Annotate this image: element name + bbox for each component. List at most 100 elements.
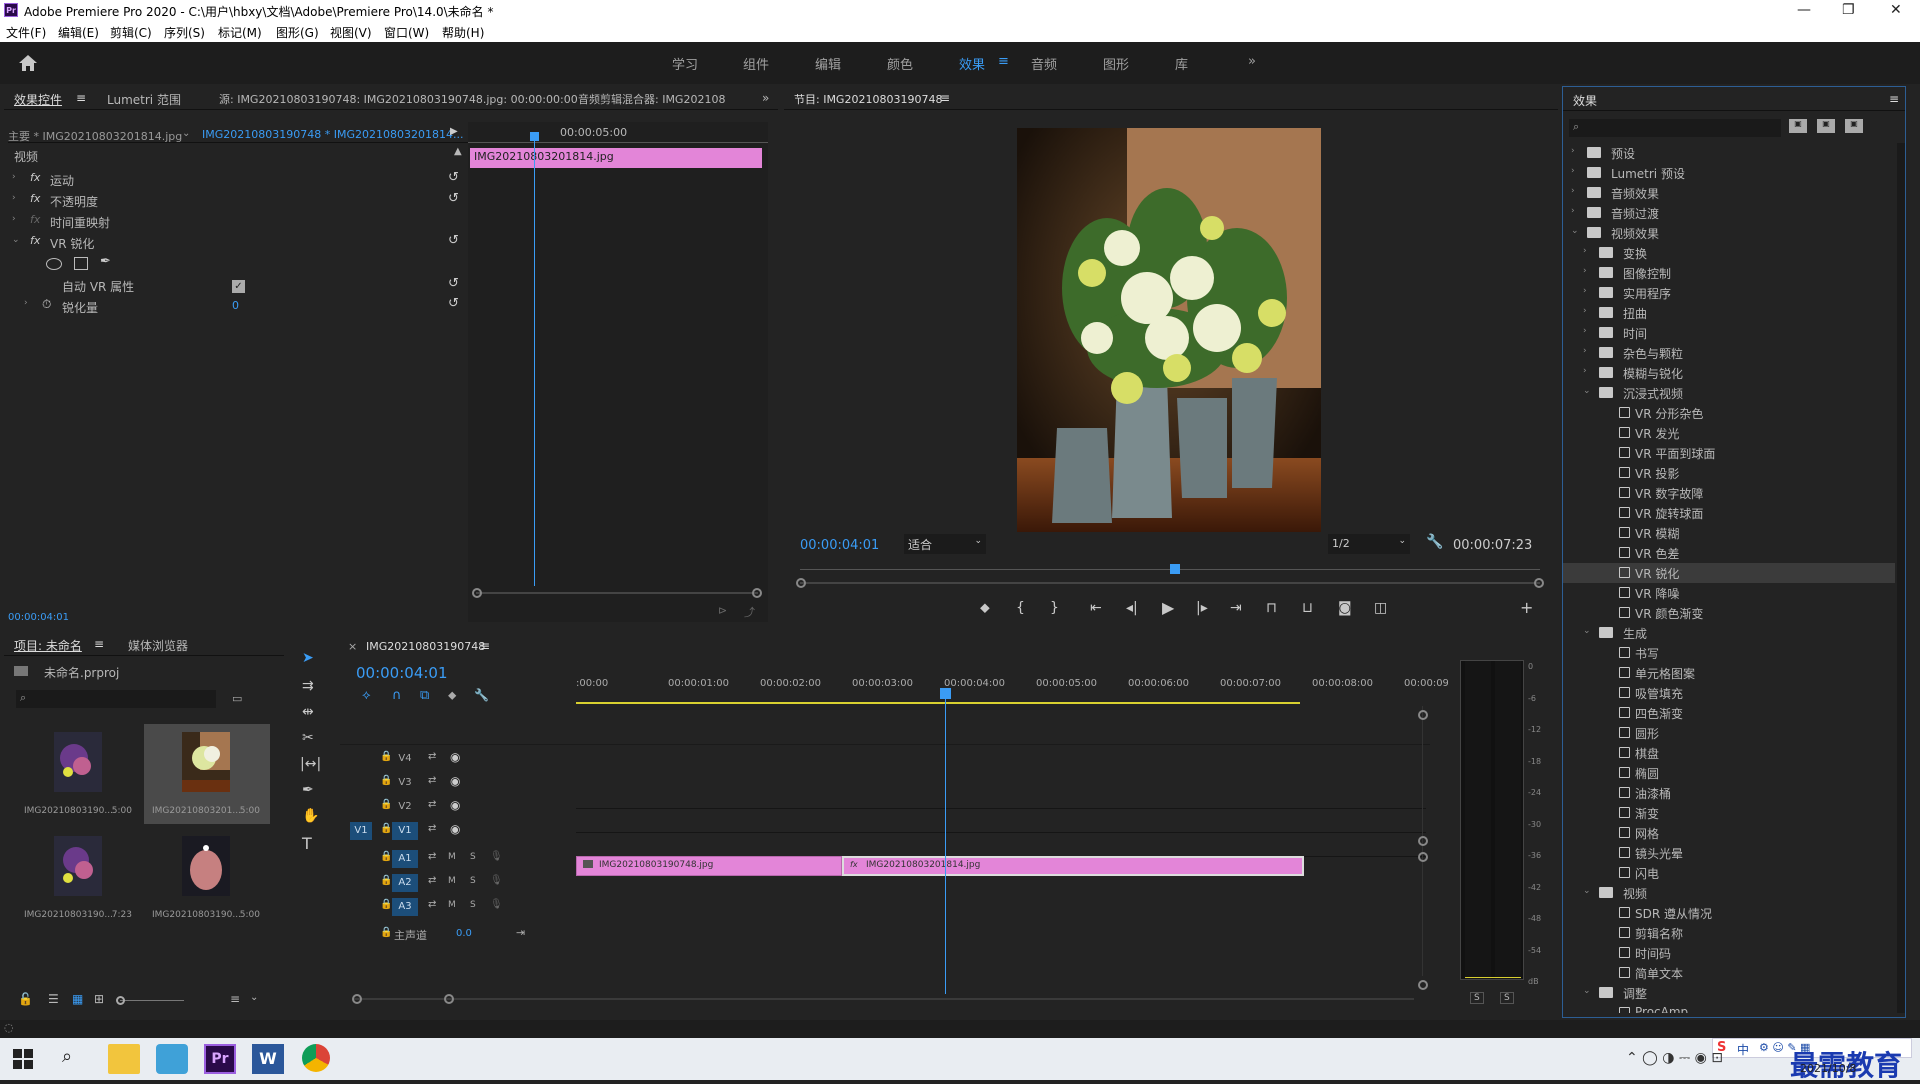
effects-scrollbar[interactable] [1897,143,1905,1013]
lock-icon[interactable]: 🔒 [380,927,392,938]
track-label[interactable]: V4 [392,750,418,768]
word-icon[interactable]: W [252,1044,284,1074]
camera-icon[interactable]: ◙ [1338,600,1352,616]
collapse-icon[interactable]: ⌄ [1583,986,1591,996]
menu-file[interactable]: 文件(F) [6,24,46,41]
master-volume-value[interactable]: 0.0 [456,928,472,939]
effects-folder[interactable]: › 杂色与颗粒 [1563,343,1895,363]
tab-source-monitor[interactable]: 源: IMG20210803190748: IMG20210803190748.… [219,91,578,107]
extract-icon[interactable]: ⊔ [1302,600,1313,616]
effects-folder[interactable]: ⌄ 调整 [1563,983,1895,1003]
effects-item[interactable]: 单元格图案 [1563,663,1895,683]
reset-icon[interactable]: ↺ [448,233,459,248]
effects-item[interactable]: 圆形 [1563,723,1895,743]
monitor-playhead[interactable] [1170,564,1180,574]
sync-lock-icon[interactable]: ⇄ [428,899,436,910]
microphone-icon[interactable]: 🎙 [490,875,503,886]
step-forward-icon[interactable]: |▸ [1196,600,1208,616]
effects-folder[interactable]: ⌄ 沉浸式视频 [1563,383,1895,403]
project-item-selected[interactable]: IMG20210803201... 5:00 [144,724,270,824]
timeline-clip-2-selected[interactable]: fx IMG20210803201814.jpg [842,856,1304,876]
lock-icon[interactable]: 🔓 [18,992,33,1006]
ellipse-mask-icon[interactable] [46,258,62,270]
collapse-icon[interactable]: ⌄ [1583,886,1591,896]
file-explorer-icon[interactable] [108,1044,140,1074]
master-track-header[interactable]: 🔒 主声道 0.0 ⇥ [340,924,576,946]
mark-in-icon[interactable]: { [1016,600,1025,616]
workspace-graphics[interactable]: 图形 [1103,54,1129,73]
home-icon[interactable] [18,54,38,72]
lift-icon[interactable]: ⊓ [1266,600,1277,616]
solo-right-button[interactable]: S [1500,992,1514,1004]
project-search-input[interactable]: ⌕ [16,690,216,708]
effects-folder[interactable]: › 变换 [1563,243,1895,263]
list-view-icon[interactable]: ☰ [48,992,59,1006]
timeline-playhead-handle[interactable] [940,688,951,699]
workspace-audio[interactable]: 音频 [1031,54,1057,73]
zoom-handle-left[interactable] [796,578,806,588]
project-item[interactable]: IMG20210803190... 5:00 [144,828,270,928]
effects-folder[interactable]: › 实用程序 [1563,283,1895,303]
sync-lock-icon[interactable]: ⇄ [428,799,436,810]
sequence-tab[interactable]: IMG20210803190748 [366,640,485,653]
search-icon[interactable]: ⌕ [62,1046,72,1067]
lock-icon[interactable]: 🔒 [380,823,392,834]
effects-folder[interactable]: › 音频效果 [1563,183,1895,203]
nest-icon[interactable]: ⟡ [362,688,371,703]
effects-folder[interactable]: › Lumetri 预设 [1563,163,1895,183]
app-icon[interactable] [156,1044,188,1074]
effects-folder[interactable]: ⌄ 视频 [1563,883,1895,903]
chrome-icon[interactable] [302,1044,330,1072]
zoom-handle-left[interactable] [472,588,482,598]
effects-item[interactable]: VR 分形杂色 [1563,403,1895,423]
effects-folder[interactable]: › 音频过渡 [1563,203,1895,223]
effect-controls-timeline[interactable]: 00:00:05:00 IMG20210803201814.jpg ⊳ ⤴ [468,122,768,622]
effects-folder[interactable]: › 预设 [1563,143,1895,163]
menu-clip[interactable]: 剪辑(C) [110,24,152,41]
close-sequence-icon[interactable]: × [348,640,357,653]
wrench-icon[interactable]: 🔧 [1426,534,1443,550]
workspace-assembly[interactable]: 组件 [743,54,769,73]
zoom-handle-right[interactable] [752,588,762,598]
expand-icon[interactable]: › [12,214,16,224]
expand-icon[interactable]: › [1583,286,1587,296]
workspace-libraries[interactable]: 库 [1175,54,1188,73]
effect-controls-timecode[interactable]: 00:00:04:01 [8,612,69,623]
expand-icon[interactable]: › [1583,346,1587,356]
solo-button[interactable]: S [470,852,476,862]
effect-row-time-remap[interactable]: › fx 时间重映射 [12,212,466,232]
auto-vr-checkbox[interactable]: ✓ [232,280,245,293]
effects-item[interactable]: 闪电 [1563,863,1895,883]
expand-icon[interactable]: › [1583,366,1587,376]
slip-tool-icon[interactable]: |↔| [300,756,321,772]
program-current-timecode[interactable]: 00:00:04:01 [800,538,879,553]
playhead-handle[interactable] [530,132,539,141]
panel-menu-icon[interactable]: ≡ [480,639,490,653]
expand-icon[interactable]: › [1583,246,1587,256]
go-to-out-icon[interactable]: ⇥ [1230,600,1242,616]
expand-icon[interactable]: › [1571,186,1575,196]
expand-icon[interactable]: › [1571,166,1575,176]
more-workspaces-icon[interactable]: » [1248,54,1256,69]
play-icon[interactable]: ▶ [1162,598,1174,617]
lock-icon[interactable]: 🔒 [380,751,392,762]
effects-folder[interactable]: › 扭曲 [1563,303,1895,323]
project-item[interactable]: IMG20210803190... 7:23 [16,828,142,928]
zoom-handle-left[interactable] [352,994,362,1004]
reset-icon[interactable]: ↺ [448,191,459,206]
fit-dropdown[interactable]: 适合 ⌄ [904,534,986,554]
pen-tool-icon[interactable]: ✒ [302,782,314,798]
menu-window[interactable]: 窗口(W) [384,24,429,41]
eye-icon[interactable]: ◉ [450,774,460,788]
effects-item[interactable]: VR 旋转球面 [1563,503,1895,523]
effects-title[interactable]: 效果 [1573,92,1597,109]
hand-tool-icon[interactable]: ✋ [302,808,319,824]
lock-icon[interactable]: 🔒 [380,775,392,786]
freeform-view-icon[interactable]: ⊞ [94,992,104,1006]
timeline-clip-1[interactable]: IMG20210803190748.jpg [576,856,842,876]
fx-icon[interactable]: fx [30,234,40,247]
program-frame-image[interactable] [1017,128,1321,532]
clip-bar[interactable]: IMG20210803201814.jpg [470,148,762,168]
ime-language[interactable]: 中 [1737,1041,1749,1058]
effects-item[interactable]: 吸管填充 [1563,683,1895,703]
